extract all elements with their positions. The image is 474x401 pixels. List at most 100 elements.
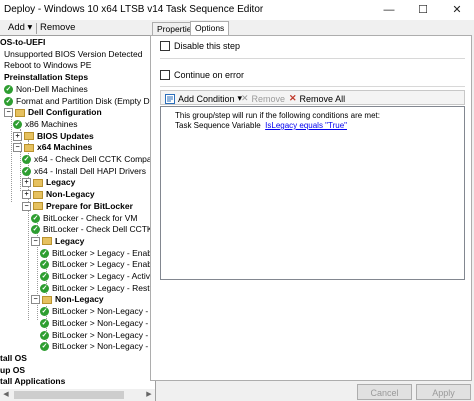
success-check-icon: ✓ (40, 318, 49, 328)
collapse-icon[interactable]: − (4, 108, 13, 118)
scroll-left-icon[interactable]: ◀ (0, 389, 12, 401)
tree-item-label: x64 - Check Dell CCTK Compatibili (34, 154, 156, 164)
tree-item[interactable]: + Non-Legacy (22, 189, 95, 200)
condition-list[interactable]: This group/step will run if the followin… (160, 106, 465, 280)
add-menu-button[interactable]: Add ▾ (8, 22, 32, 33)
folder-icon (42, 295, 52, 304)
tree-item[interactable]: Preinstallation Steps (4, 72, 88, 83)
tree-item[interactable]: OS-to-UEFI (0, 37, 45, 48)
condition-item[interactable]: Task Sequence Variable IsLegacy equals "… (175, 121, 347, 130)
condition-toolbar: Add Condition ▾ ✕ Remove ✕ Remove All (160, 90, 465, 105)
tree-item[interactable]: ✓ BitLocker > Non-Legacy - (40, 306, 148, 317)
add-condition-icon (165, 93, 175, 104)
remove-all-conditions-button[interactable]: ✕ Remove All (289, 93, 345, 104)
success-check-icon: ✓ (40, 272, 49, 281)
task-sequence-tree[interactable]: OS-to-UEFI Unsupported BIOS Version Detec… (0, 35, 156, 390)
success-check-icon: ✓ (31, 225, 40, 235)
tree-item[interactable]: − Dell Configuration (4, 107, 102, 118)
tree-item[interactable]: ✓ BitLocker > Legacy - Rest (40, 283, 150, 294)
window-title: Deploy - Windows 10 x64 LTSB v14 Task Se… (4, 4, 264, 15)
folder-icon (42, 237, 52, 246)
add-label: Add (8, 22, 25, 33)
tree-item[interactable]: ✓ BitLocker > Non-Legacy - (40, 341, 148, 352)
checkbox-box[interactable] (160, 41, 170, 51)
collapse-icon[interactable]: − (31, 295, 40, 305)
expand-icon[interactable]: + (22, 178, 31, 188)
tree-item[interactable]: ✓ BitLocker - Check Dell CCTK C (31, 224, 155, 235)
checkbox-box[interactable] (160, 70, 170, 80)
tree-item[interactable]: ✓ BitLocker > Legacy - Activ (40, 271, 150, 282)
tree-item-label: Legacy (55, 235, 85, 246)
tree-item[interactable]: tall OS (0, 353, 27, 364)
tree-item[interactable]: ✓ x86 Machines (13, 119, 77, 130)
tree-item[interactable]: ✓ BitLocker > Non-Legacy - (40, 318, 148, 329)
tree-item-label: tall Applications (0, 376, 66, 387)
tree-item[interactable]: Reboot to Windows PE (4, 60, 91, 71)
tree-item[interactable]: ✓ BitLocker > Legacy - Enab (40, 259, 152, 270)
scrollbar-thumb[interactable] (14, 391, 124, 399)
success-check-icon: ✓ (40, 307, 49, 317)
minimize-button[interactable]: — (372, 0, 406, 20)
title-bar: Deploy - Windows 10 x64 LTSB v14 Task Se… (0, 0, 474, 20)
collapse-icon[interactable]: − (13, 143, 22, 153)
folder-icon (24, 143, 34, 152)
tree-item[interactable]: − Non-Legacy (31, 294, 104, 305)
close-icon: ✕ (241, 93, 249, 103)
scroll-right-icon[interactable]: ▶ (143, 389, 155, 401)
tree-item-label: BitLocker > Legacy - Activ (52, 271, 151, 281)
remove-all-label: Remove All (299, 93, 346, 104)
tree-item[interactable]: ✓ BitLocker > Legacy - Enab (40, 248, 152, 259)
tree-item[interactable]: ✓ x64 - Install Dell HAPI Drivers (22, 166, 146, 177)
tree-horizontal-scrollbar[interactable]: ◀ ▶ (0, 389, 156, 401)
tree-item-label: BitLocker > Non-Legacy - (52, 317, 149, 328)
tree-item[interactable]: + BIOS Updates (13, 131, 94, 142)
collapse-icon[interactable]: − (31, 236, 40, 246)
tree-item-label: BitLocker > Non-Legacy - (52, 306, 149, 317)
tree-item-label: BitLocker - Check for VM (43, 212, 138, 223)
success-check-icon: ✓ (22, 155, 31, 164)
tree-item[interactable]: ✓ BitLocker > Non-Legacy - (40, 330, 148, 341)
tree-item[interactable]: + Legacy (22, 177, 75, 188)
tree-item-label: Non-Dell Machines (16, 83, 88, 94)
continue-on-error-checkbox[interactable]: Continue on error (160, 70, 244, 80)
success-check-icon: ✓ (40, 330, 49, 340)
apply-button[interactable]: Apply (416, 384, 471, 400)
tree-item[interactable]: − Prepare for BitLocker (22, 201, 133, 212)
tree-item-label: up OS (0, 364, 26, 375)
remove-condition-button[interactable]: ✕ Remove (241, 93, 285, 104)
folder-icon (24, 132, 34, 141)
tree-item-label: Dell Configuration (28, 107, 102, 118)
tree-item-label: Legacy (46, 177, 76, 188)
close-button[interactable]: ✕ (440, 0, 474, 20)
tree-item[interactable]: ✓ Non-Dell Machines (4, 84, 88, 95)
collapse-icon[interactable]: − (22, 201, 31, 211)
tree-item-label: x64 Machines (37, 142, 93, 153)
tree-item[interactable]: − x64 Machines (13, 142, 92, 153)
tree-item[interactable]: ✓ Format and Partition Disk (Empty Disk) (4, 96, 155, 107)
disable-step-checkbox[interactable]: Disable this step (160, 41, 240, 51)
tree-item-label: Non-Legacy (46, 189, 95, 200)
expand-icon[interactable]: + (13, 131, 22, 141)
condition-link[interactable]: IsLegacy equals "True" (265, 121, 347, 130)
expand-icon[interactable]: + (22, 190, 31, 200)
tree-item[interactable]: tall Applications (0, 376, 65, 387)
tree-item-label: Reboot to Windows PE (4, 60, 92, 71)
tab-options[interactable]: Options (190, 21, 230, 36)
tree-item[interactable]: Unsupported BIOS Version Detected (4, 49, 142, 60)
folder-icon (33, 202, 43, 211)
success-check-icon: ✓ (40, 283, 49, 293)
tree-item[interactable]: ✓ BitLocker - Check for VM (31, 213, 137, 224)
add-condition-button[interactable]: Add Condition ▾ (165, 93, 242, 104)
cancel-button[interactable]: Cancel (357, 384, 412, 400)
remove-button[interactable]: Remove (40, 22, 75, 33)
tree-item[interactable]: up OS (0, 365, 25, 376)
folder-icon (33, 178, 43, 187)
tree-item[interactable]: ✓ x64 - Check Dell CCTK Compatibili (22, 154, 156, 165)
tree-item[interactable]: − Legacy (31, 236, 84, 247)
tree-item-label: Preinstallation Steps (4, 72, 89, 83)
tree-item-label: BitLocker > Non-Legacy - (52, 341, 149, 352)
chevron-down-icon: ▾ (27, 22, 33, 33)
tree-item-label: x64 - Install Dell HAPI Drivers (34, 165, 146, 176)
success-check-icon: ✓ (4, 96, 13, 106)
maximize-button[interactable]: ☐ (406, 0, 440, 20)
